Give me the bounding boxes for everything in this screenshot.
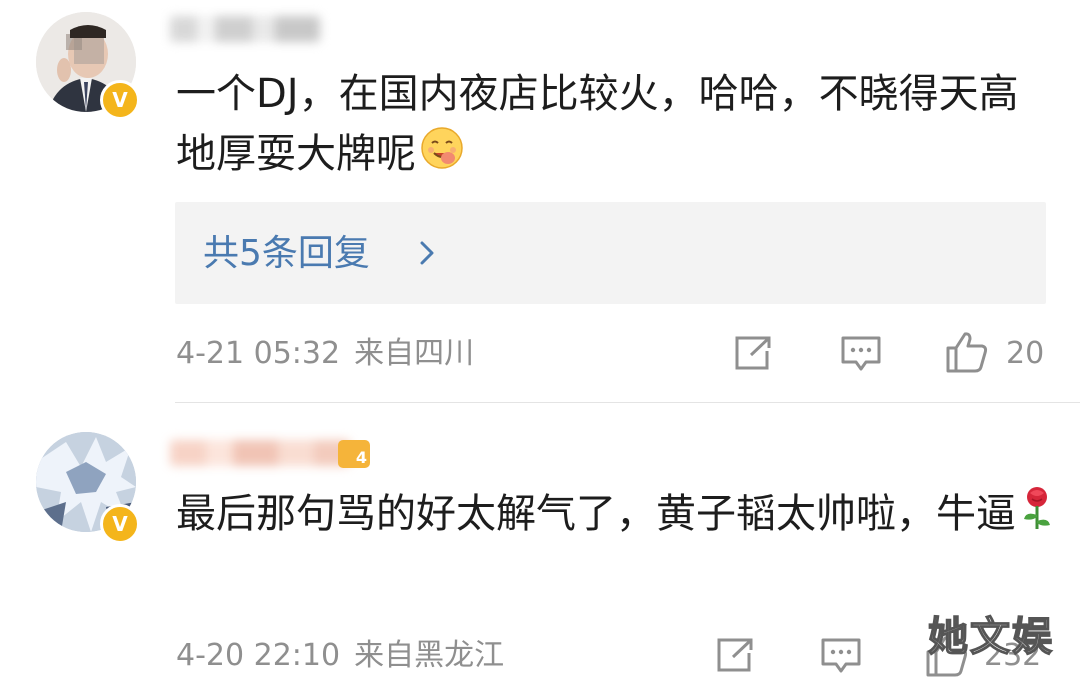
replies-count-label: 共5条回复: [203, 233, 370, 274]
comment-location: 来自四川: [354, 336, 475, 371]
comment-text: 最后那句骂的好太解气了，黄子韬太帅啦，牛逼: [176, 484, 1056, 548]
chevron-right-icon: [417, 238, 437, 272]
share-icon[interactable]: [715, 637, 755, 677]
username-blurred[interactable]: [170, 16, 320, 42]
rose-emoji-icon: [1020, 485, 1054, 548]
comment-divider: [175, 402, 1080, 403]
comment-icon[interactable]: [820, 636, 862, 680]
like-icon[interactable]: [945, 330, 989, 378]
comment-icon[interactable]: [840, 334, 882, 378]
yummy-face-emoji-icon: [420, 126, 464, 187]
verified-badge-icon: V: [100, 504, 140, 544]
user-level-badge: 4: [338, 440, 370, 468]
comment-meta: 4-21 05:32 来自四川: [176, 334, 474, 374]
share-icon[interactable]: [733, 335, 773, 375]
comment-meta: 4-20 22:10 来自黑龙江: [176, 636, 504, 676]
comment-time: 4-20 22:10: [176, 638, 341, 673]
like-count: 20: [1006, 336, 1045, 371]
comment-time: 4-21 05:32: [176, 336, 341, 371]
comment-location: 来自黑龙江: [354, 638, 505, 673]
verified-badge-icon: V: [100, 80, 140, 120]
watermark-logo: 她文娱: [927, 613, 1054, 661]
view-replies-button[interactable]: 共5条回复: [175, 202, 1046, 304]
comment-text: 一个DJ，在国内夜店比较火，哈哈，不晓得天高地厚耍大牌呢: [176, 64, 1056, 187]
username-blurred[interactable]: [170, 440, 350, 466]
comment-body: 最后那句骂的好太解气了，黄子韬太帅啦，牛逼: [176, 491, 1016, 537]
comment-body: 一个DJ，在国内夜店比较火，哈哈，不晓得天高地厚耍大牌呢: [176, 71, 1019, 177]
